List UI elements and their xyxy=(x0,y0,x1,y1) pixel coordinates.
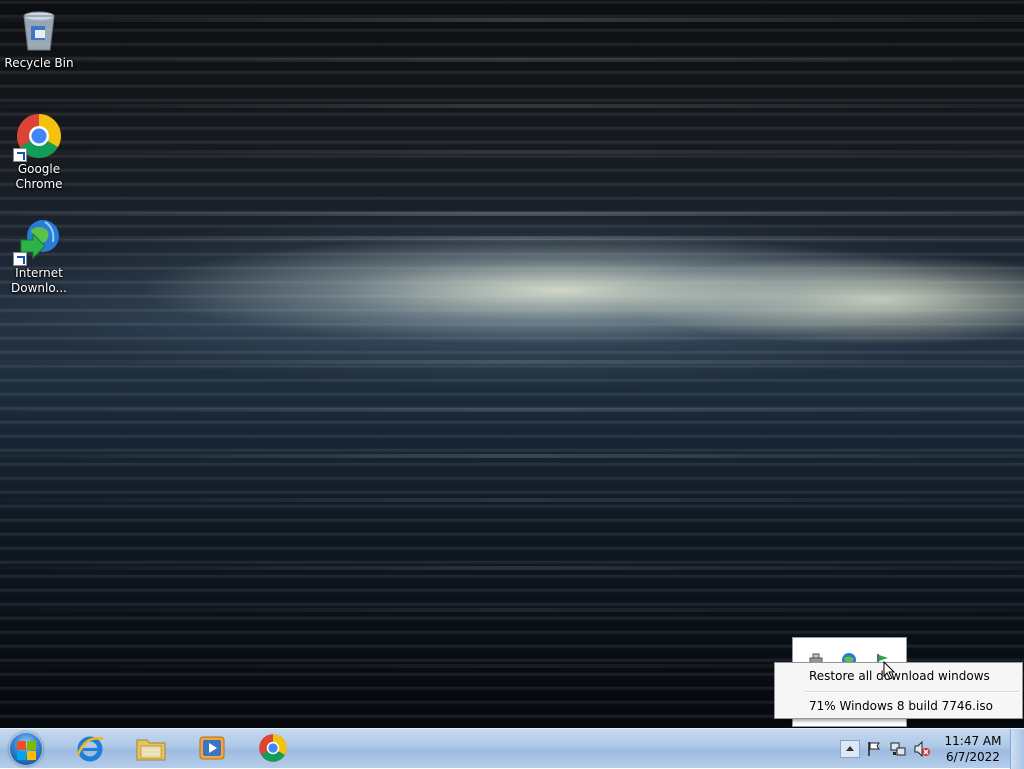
taskbar: 11:47 AM 6/7/2022 xyxy=(0,728,1024,769)
desktop-icon-google-chrome[interactable]: Google Chrome xyxy=(1,112,77,192)
shortcut-arrow-icon xyxy=(13,148,27,162)
shortcut-arrow-icon xyxy=(13,252,27,266)
clock-time: 11:47 AM xyxy=(944,734,1002,748)
recycle-bin-icon xyxy=(15,6,63,54)
start-button[interactable] xyxy=(6,730,46,768)
menu-separator xyxy=(805,691,1019,693)
taskbar-windows-explorer[interactable] xyxy=(121,730,181,768)
internet-download-manager-icon xyxy=(13,216,63,266)
show-hidden-icons-arrow[interactable] xyxy=(840,740,860,758)
system-clock[interactable]: 11:47 AM 6/7/2022 xyxy=(940,733,1006,765)
clock-date: 6/7/2022 xyxy=(946,750,1000,764)
volume-muted-icon[interactable] xyxy=(914,740,930,758)
menu-item-restore-all-download-windows[interactable]: Restore all download windows xyxy=(778,665,1019,687)
internet-download-manager-label: Internet Downlo... xyxy=(11,266,67,295)
chrome-icon xyxy=(13,112,63,162)
windows-logo-icon xyxy=(9,732,43,766)
ie-icon xyxy=(75,733,105,766)
taskbar-windows-media-player[interactable] xyxy=(182,730,242,768)
menu-item-download-progress[interactable]: 71% Windows 8 build 7746.iso xyxy=(778,695,1019,717)
mouse-cursor-icon xyxy=(883,661,895,680)
context-menu: Restore all download windows 71% Windows… xyxy=(774,662,1023,719)
desktop-background[interactable]: Recycle Bin Google Chrome Internet Downl… xyxy=(0,0,1024,728)
folder-icon xyxy=(135,734,167,765)
action-center-flag-icon[interactable] xyxy=(866,741,882,757)
show-desktop-button[interactable] xyxy=(1010,729,1024,769)
google-chrome-label: Google Chrome xyxy=(15,162,63,191)
media-player-icon xyxy=(198,734,226,765)
desktop-icon-recycle-bin[interactable]: Recycle Bin xyxy=(1,6,77,71)
taskbar-internet-explorer[interactable] xyxy=(60,730,120,768)
chrome-icon xyxy=(258,733,288,766)
recycle-bin-label: Recycle Bin xyxy=(4,56,74,70)
desktop-icon-internet-download-manager[interactable]: Internet Downlo... xyxy=(1,216,77,296)
network-icon[interactable] xyxy=(890,741,906,757)
taskbar-google-chrome[interactable] xyxy=(243,730,303,768)
